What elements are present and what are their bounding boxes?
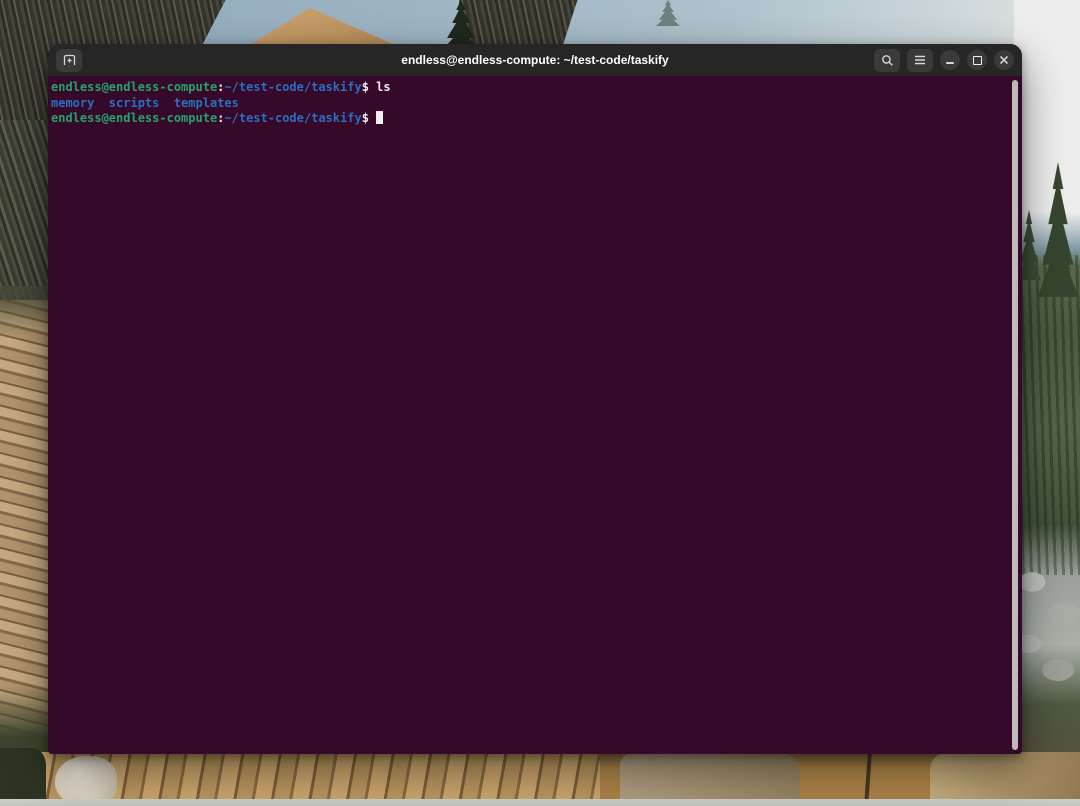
- new-tab-icon: [63, 54, 76, 66]
- terminal-scrollbar[interactable]: [1012, 80, 1018, 750]
- wallpaper-rock-scree: [1014, 558, 1080, 688]
- wallpaper-boulder: [620, 752, 800, 806]
- close-button[interactable]: [994, 50, 1014, 70]
- wallpaper-branches-left-edge: [0, 120, 50, 310]
- wallpaper-pine-faint: [655, 0, 681, 26]
- terminal-line: endless@endless-compute:~/test-code/task…: [51, 80, 1022, 96]
- hamburger-menu-icon: [914, 55, 926, 65]
- maximize-button[interactable]: [967, 50, 987, 70]
- minimize-button[interactable]: [940, 50, 960, 70]
- wallpaper-moss-top: [0, 286, 50, 336]
- wallpaper-boulder-right: [930, 752, 1080, 806]
- desktop: endless@endless-compute: ~/test-code/tas…: [0, 0, 1080, 806]
- window-titlebar[interactable]: endless@endless-compute: ~/test-code/tas…: [48, 44, 1022, 76]
- terminal-window: endless@endless-compute: ~/test-code/tas…: [48, 44, 1022, 754]
- terminal-cursor: [376, 111, 383, 124]
- wallpaper-ground-edge: [0, 799, 1080, 806]
- terminal-line: memory scripts templates: [51, 96, 1022, 112]
- terminal-output: endless@endless-compute:~/test-code/task…: [51, 80, 1022, 127]
- close-icon: [999, 55, 1009, 65]
- wallpaper-shadow-corner: [0, 748, 46, 806]
- new-tab-button[interactable]: [56, 49, 82, 72]
- window-title: endless@endless-compute: ~/test-code/tas…: [401, 53, 668, 67]
- wallpaper-forest-texture: [1014, 255, 1080, 575]
- search-icon: [881, 54, 894, 67]
- window-controls: [874, 49, 1014, 72]
- menu-button[interactable]: [907, 49, 933, 72]
- search-button[interactable]: [874, 49, 900, 72]
- terminal-line: endless@endless-compute:~/test-code/task…: [51, 111, 1022, 127]
- terminal-viewport[interactable]: endless@endless-compute:~/test-code/task…: [48, 76, 1022, 754]
- maximize-icon: [973, 56, 982, 65]
- minimize-icon: [946, 62, 954, 64]
